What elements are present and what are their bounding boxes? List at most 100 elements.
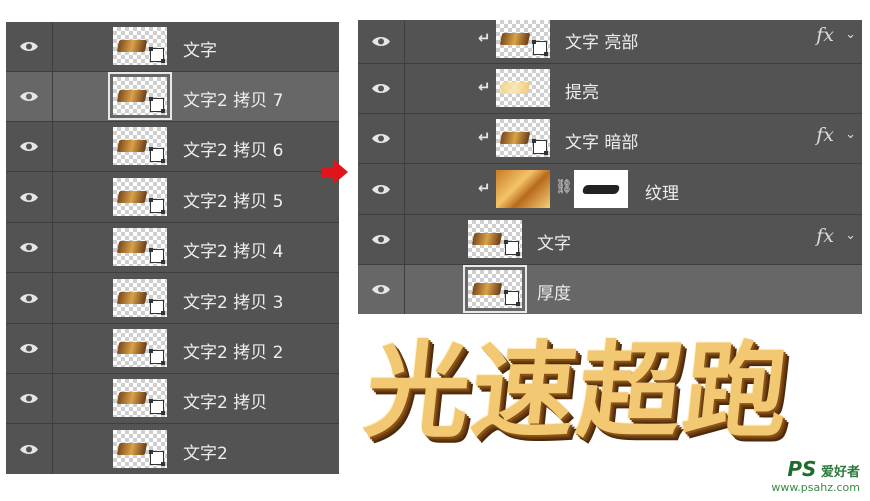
visibility-toggle[interactable]: [6, 424, 53, 474]
chevron-down-icon[interactable]: ⌄: [845, 27, 856, 42]
layer-thumbnail: [113, 279, 167, 317]
layer-name: 文字 暗部: [565, 133, 639, 153]
layer-row[interactable]: 文字2 拷贝 5: [6, 172, 339, 223]
layer-name: 文字2 拷贝: [183, 393, 268, 413]
layer-row[interactable]: 文字2 拷贝 4: [6, 223, 339, 273]
eye-icon: [20, 444, 38, 454]
left-layers-panel: 文字 文字2 拷贝 7 文字2 拷贝 6 文字2 拷贝 5 文字2 拷贝 4 文…: [6, 22, 339, 474]
layer-row[interactable]: ↵ 文字 暗部 fx ⌄: [358, 114, 862, 164]
layer-row[interactable]: 文字2 拷贝 3: [6, 273, 339, 324]
layer-row[interactable]: 文字2 拷贝 7: [6, 72, 339, 122]
chevron-down-icon[interactable]: ⌄: [845, 127, 856, 142]
title-artwork: 光速超跑 PS 爱好者 www.psahz.com: [358, 329, 870, 498]
smart-object-icon: [504, 290, 520, 306]
visibility-toggle[interactable]: [358, 164, 405, 214]
layer-thumbnail: [113, 329, 167, 367]
layer-thumbnail: [113, 178, 167, 216]
layer-name: 文字2 拷贝 5: [183, 192, 284, 212]
visibility-toggle[interactable]: [6, 172, 53, 222]
layer-name: 文字 亮部: [565, 33, 639, 53]
layer-thumbnail: [468, 220, 522, 258]
eye-icon: [372, 285, 390, 294]
smart-object-icon: [149, 147, 165, 163]
visibility-toggle[interactable]: [6, 22, 53, 71]
layer-name: 文字2: [183, 444, 228, 464]
layer-thumbnail: [496, 69, 550, 107]
eye-icon: [20, 293, 38, 303]
layer-name: 厚度: [537, 284, 571, 304]
layer-effects-icon[interactable]: fx: [816, 124, 834, 146]
layer-thumbnail: [113, 27, 167, 65]
eye-icon: [20, 142, 38, 151]
layer-row[interactable]: 厚度: [358, 265, 862, 314]
layer-name: 文字2 拷贝 2: [183, 343, 284, 363]
visibility-toggle[interactable]: [358, 215, 405, 264]
layer-thumbnail: [463, 265, 527, 313]
visibility-toggle[interactable]: [358, 64, 405, 113]
smart-object-icon: [532, 139, 548, 155]
layer-thumbnail: [113, 379, 167, 417]
clipping-arrow-icon: ↵: [478, 128, 491, 146]
eye-icon: [372, 37, 390, 46]
layer-effects-icon[interactable]: fx: [816, 225, 834, 247]
layer-name: 提亮: [565, 83, 599, 103]
layer-thumbnail: [496, 170, 550, 208]
clipping-arrow-icon: ↵: [478, 29, 491, 47]
layer-row[interactable]: ↵ 文字 亮部 fx ⌄: [358, 20, 862, 64]
eye-icon: [372, 134, 390, 143]
visibility-toggle[interactable]: [6, 374, 53, 423]
layer-thumbnail: [496, 119, 550, 157]
clipping-arrow-icon: ↵: [478, 179, 491, 197]
layer-row[interactable]: ↵ 提亮: [358, 64, 862, 114]
visibility-toggle[interactable]: [6, 122, 53, 171]
eye-icon: [20, 92, 38, 101]
eye-icon: [372, 184, 390, 194]
layer-name: 文字2 拷贝 3: [183, 293, 284, 313]
layer-name: 文字2 拷贝 6: [183, 141, 284, 161]
layer-thumbnail: [113, 228, 167, 266]
layer-thumbnail: [113, 127, 167, 165]
layer-row[interactable]: 文字2 拷贝 6: [6, 122, 339, 172]
layer-row[interactable]: 文字2: [6, 424, 339, 474]
layer-name: 纹理: [645, 184, 679, 204]
layer-row[interactable]: 文字 fx ⌄: [358, 215, 862, 265]
eye-icon: [20, 243, 38, 252]
visibility-toggle[interactable]: [358, 20, 405, 63]
layer-row[interactable]: 文字: [6, 22, 339, 72]
smart-object-icon: [149, 349, 165, 365]
eye-icon: [372, 235, 390, 244]
visibility-toggle[interactable]: [6, 273, 53, 323]
smart-object-icon: [149, 97, 165, 113]
layer-name: 文字2 拷贝 4: [183, 242, 284, 262]
watermark-brand: PS: [787, 457, 817, 481]
artwork-title: 光速超跑: [359, 329, 797, 452]
smart-object-icon: [504, 240, 520, 256]
smart-object-icon: [149, 47, 165, 63]
layer-name: 文字: [537, 234, 571, 254]
layer-thumbnail: [108, 72, 172, 120]
layer-row[interactable]: 文字2 拷贝 2: [6, 324, 339, 374]
chain-link-icon[interactable]: ⛓: [555, 179, 573, 195]
eye-icon: [20, 192, 38, 202]
eye-icon: [20, 394, 38, 403]
visibility-toggle[interactable]: [6, 223, 53, 272]
layer-thumbnail: [496, 20, 550, 58]
watermark-cn: 爱好者: [820, 465, 860, 480]
layer-row[interactable]: ↵ ⛓ 纹理: [358, 164, 862, 215]
eye-icon: [20, 42, 38, 51]
smart-object-icon: [149, 450, 165, 466]
layer-mask-thumbnail[interactable]: [574, 170, 628, 208]
layer-name: 文字2 拷贝 7: [183, 91, 284, 111]
smart-object-icon: [149, 198, 165, 214]
layer-effects-icon[interactable]: fx: [816, 24, 834, 46]
visibility-toggle[interactable]: [358, 114, 405, 163]
chevron-down-icon[interactable]: ⌄: [845, 228, 856, 243]
smart-object-icon: [149, 248, 165, 264]
visibility-toggle[interactable]: [6, 72, 53, 121]
visibility-toggle[interactable]: [6, 324, 53, 373]
right-layers-panel: ↵ 文字 亮部 fx ⌄ ↵ 提亮 ↵ 文字 暗部 fx ⌄ ↵ ⛓ 纹理 文字…: [358, 20, 862, 314]
clipping-arrow-icon: ↵: [478, 78, 491, 96]
smart-object-icon: [532, 40, 548, 56]
visibility-toggle[interactable]: [358, 265, 405, 314]
layer-row[interactable]: 文字2 拷贝: [6, 374, 339, 424]
